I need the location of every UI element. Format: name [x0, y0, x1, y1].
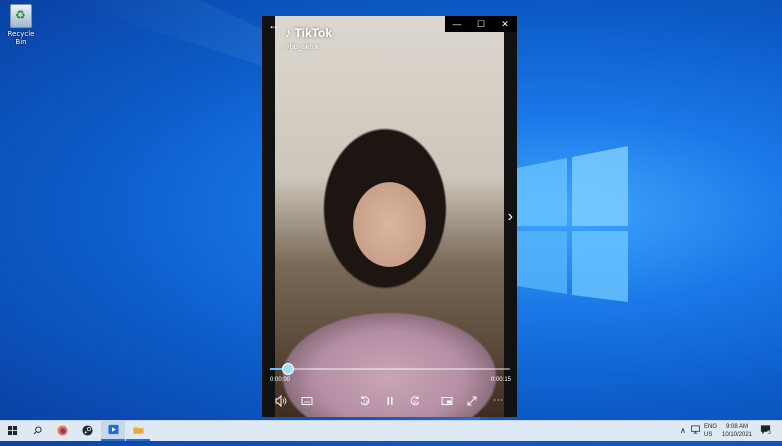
miniplayer-button[interactable] — [436, 390, 458, 412]
window-controls: — ☐ ✕ — [445, 16, 517, 32]
input-language-indicator[interactable]: ENG US — [704, 423, 717, 443]
seek-bar[interactable] — [270, 363, 510, 375]
windows-start-icon — [7, 426, 17, 435]
file-explorer-taskbar-button[interactable] — [126, 421, 150, 441]
subtitles-icon — [301, 397, 313, 405]
steam-taskbar-button[interactable] — [75, 421, 99, 441]
taskbar: ∧ ENG US 9:08 AM 10/10/2021 3 — [0, 420, 782, 441]
clock-date: 10/10/2021 — [721, 432, 753, 438]
fullscreen-button[interactable] — [461, 390, 483, 412]
tiktok-handle: @bp_tiktok — [282, 42, 320, 51]
system-clock[interactable]: 9:08 AM 10/10/2021 — [721, 423, 753, 443]
skip-back-button[interactable]: 10 — [354, 390, 376, 412]
action-center-button[interactable]: 3 — [760, 424, 776, 438]
start-button[interactable] — [0, 421, 24, 441]
miniplayer-icon — [441, 397, 453, 405]
seek-bar-thumb[interactable] — [281, 363, 294, 375]
steam-icon — [81, 425, 93, 436]
fullscreen-icon — [467, 396, 477, 406]
playback-controls: 10 30 ⋯ — [262, 390, 517, 412]
search-button[interactable] — [25, 421, 49, 441]
close-button[interactable]: ✕ — [493, 16, 517, 32]
notification-count-badge: 3 — [767, 430, 772, 436]
video-player-window: ← — ☐ ✕ ♪ TikTok @bp_tiktok › 0:00:00 0:… — [262, 16, 517, 417]
recycle-bin-icon — [10, 4, 32, 28]
tray-overflow-chevron-icon[interactable]: ∧ — [680, 426, 686, 446]
more-options-button[interactable]: ⋯ — [487, 390, 509, 412]
back-button[interactable]: ← — [268, 18, 280, 32]
pause-icon — [387, 397, 393, 405]
skip-forward-button[interactable]: 30 — [404, 390, 426, 412]
windows-logo-pane-1 — [517, 158, 567, 226]
skip-back-icon: 10 — [360, 396, 370, 406]
monitor-network-icon — [691, 425, 700, 434]
video-frame[interactable] — [275, 16, 504, 417]
firefox-icon — [56, 425, 68, 436]
skip-forward-icon: 30 — [410, 396, 420, 406]
lang-secondary: US — [704, 432, 713, 438]
firefox-taskbar-button[interactable] — [50, 421, 74, 441]
duration: 0:00:15 — [490, 377, 511, 383]
tiktok-logo-icon: ♪ — [285, 25, 292, 40]
volume-icon — [275, 394, 287, 408]
maximize-button[interactable]: ☐ — [469, 16, 493, 32]
network-icon[interactable] — [691, 425, 700, 445]
search-icon — [33, 426, 42, 435]
folder-icon — [132, 426, 144, 434]
svg-text:30: 30 — [413, 400, 419, 405]
desktop-icon-recycle-bin[interactable]: Recycle Bin — [4, 4, 38, 46]
desktop-icon-label: Recycle Bin — [7, 30, 35, 46]
movies-tv-icon — [107, 424, 119, 435]
tiktok-watermark: ♪ TikTok — [285, 25, 332, 40]
clock-time: 9:08 AM — [725, 424, 748, 430]
next-video-button[interactable]: › — [508, 208, 513, 226]
volume-button[interactable] — [270, 390, 292, 412]
lang-primary: ENG — [704, 424, 718, 430]
movies-tv-taskbar-button[interactable] — [101, 421, 125, 441]
pause-button[interactable] — [379, 390, 401, 412]
minimize-button[interactable]: — — [445, 16, 469, 32]
svg-text:10: 10 — [363, 400, 369, 405]
tiktok-brand-text: TikTok — [294, 25, 333, 40]
current-time: 0:00:00 — [270, 377, 291, 383]
subtitles-button[interactable] — [296, 390, 318, 412]
